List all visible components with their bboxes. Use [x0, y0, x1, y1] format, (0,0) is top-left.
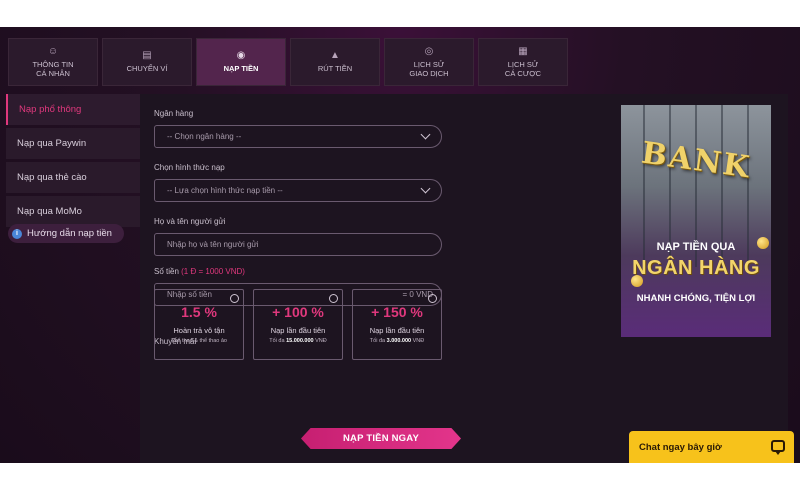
- chat-bubble-icon: [771, 440, 785, 455]
- info-icon: i: [12, 228, 22, 239]
- side-item-momo[interactable]: Nạp qua MoMo: [6, 196, 140, 227]
- tab-label: CHUYỂN VÍ: [126, 64, 168, 73]
- method-select[interactable]: -- Lựa chọn hình thức nạp tiền --: [154, 179, 442, 202]
- banner-line-3: NHANH CHÓNG, TIỆN LỢI: [636, 293, 756, 304]
- tab-label: CÁ CƯỢC: [504, 68, 542, 78]
- deposit-guide-link[interactable]: i Hướng dẫn nạp tiền: [8, 224, 124, 243]
- tab-label: LỊCH SỬ: [507, 59, 539, 69]
- promo-radio[interactable]: [329, 294, 338, 303]
- amount-label: Số tiền (1 Đ = 1000 VND): [154, 267, 245, 276]
- amount-rate: (1 Đ = 1000 VND): [181, 267, 245, 276]
- deposit-icon: ◉: [236, 50, 246, 61]
- user-icon: ☺: [47, 45, 59, 57]
- withdraw-icon: ▲: [330, 50, 340, 61]
- sender-name-placeholder: Nhập họ và tên người gửi: [167, 240, 259, 249]
- promo-radio[interactable]: [230, 294, 239, 303]
- wallet-icon: ▤: [142, 50, 152, 61]
- tab-withdraw[interactable]: ▲ RÚT TIỀN: [290, 38, 380, 86]
- tab-label: GIAO DỊCH: [409, 68, 449, 78]
- tab-deposit[interactable]: ◉ NẠP TIỀN: [196, 38, 286, 86]
- sender-label: Họ và tên người gửi: [154, 217, 226, 226]
- live-chat-button[interactable]: Chat ngay bây giờ: [629, 431, 794, 463]
- deposit-now-button[interactable]: NẠP TIỀN NGAY: [301, 428, 461, 449]
- promo-title: Hoàn trả vô tận: [173, 326, 225, 335]
- tab-label: THÔNG TIN: [32, 59, 74, 69]
- chevron-down-icon: [420, 129, 431, 140]
- side-item-paywin[interactable]: Nạp qua Paywin: [6, 128, 140, 159]
- method-label: Chọn hình thức nạp: [154, 163, 225, 172]
- banner-line-1: NẠP TIỀN QUA: [656, 241, 736, 253]
- promo-title: Nạp lần đầu tiên: [270, 326, 326, 335]
- promo-card-rebate[interactable]: 1.5 % Hoàn trả vô tận Thể thao & thể tha…: [154, 289, 244, 360]
- chevron-down-icon: [420, 183, 431, 194]
- promo-percent: + 100 %: [272, 304, 324, 320]
- tab-transfer-wallet[interactable]: ▤ CHUYỂN VÍ: [102, 38, 192, 86]
- chat-label: Chat ngay bây giờ: [639, 441, 722, 453]
- guide-label: Hướng dẫn nạp tiền: [27, 228, 112, 239]
- bet-history-icon: ▦: [518, 45, 528, 57]
- promo-note: Tối đa 15.000.000 VNĐ: [269, 338, 327, 344]
- tab-bet-history[interactable]: ▦ LỊCH SỬ CÁ CƯỢC: [478, 38, 568, 86]
- app-root: ☺ THÔNG TIN CÁ NHÂN ▤ CHUYỂN VÍ ◉ NẠP TI…: [0, 27, 800, 463]
- tab-transaction-history[interactable]: ◎ LỊCH SỬ GIAO DỊCH: [384, 38, 474, 86]
- promo-note: Tối đa 3.000.000 VNĐ: [369, 338, 425, 344]
- promo-card-first-100[interactable]: + 100 % Nạp lần đầu tiên Tối đa 15.000.0…: [253, 289, 343, 360]
- deposit-method-menu: Nạp phổ thông Nạp qua Paywin Nạp qua thẻ…: [6, 94, 140, 230]
- bank-deposit-banner: BANK NẠP TIỀN QUA NGÂN HÀNG NHANH CHÓNG,…: [621, 105, 771, 337]
- bank-select-value: -- Chọn ngân hàng --: [167, 132, 242, 141]
- account-tabs: ☺ THÔNG TIN CÁ NHÂN ▤ CHUYỂN VÍ ◉ NẠP TI…: [8, 38, 568, 86]
- tab-label: LỊCH SỬ: [413, 59, 445, 69]
- bank-select[interactable]: -- Chọn ngân hàng --: [154, 125, 442, 148]
- tab-profile[interactable]: ☺ THÔNG TIN CÁ NHÂN: [8, 38, 98, 86]
- sender-name-input[interactable]: Nhập họ và tên người gửi: [154, 233, 442, 256]
- bank-label: Ngân hàng: [154, 109, 194, 118]
- side-item-card[interactable]: Nạp qua thẻ cào: [6, 162, 140, 193]
- promo-radio[interactable]: [428, 294, 437, 303]
- method-select-value: -- Lựa chọn hình thức nạp tiền --: [167, 186, 283, 195]
- side-item-standard[interactable]: Nạp phổ thông: [6, 94, 140, 125]
- promo-card-first-150[interactable]: + 150 % Nạp lần đầu tiên Tối đa 3.000.00…: [352, 289, 442, 360]
- tab-label: NẠP TIỀN: [223, 64, 259, 73]
- banner-line-2: NGÂN HÀNG: [632, 257, 760, 279]
- history-icon: ◎: [424, 45, 434, 57]
- tab-label: RÚT TIỀN: [317, 64, 353, 73]
- tab-label: CÁ NHÂN: [36, 68, 70, 78]
- amount-label-text: Số tiền: [154, 267, 179, 276]
- promo-note: Thể thao & thể thao ảo: [171, 338, 227, 344]
- promo-percent: + 150 %: [371, 304, 423, 320]
- promo-title: Nạp lần đầu tiên: [369, 326, 425, 335]
- promo-percent: 1.5 %: [181, 304, 217, 320]
